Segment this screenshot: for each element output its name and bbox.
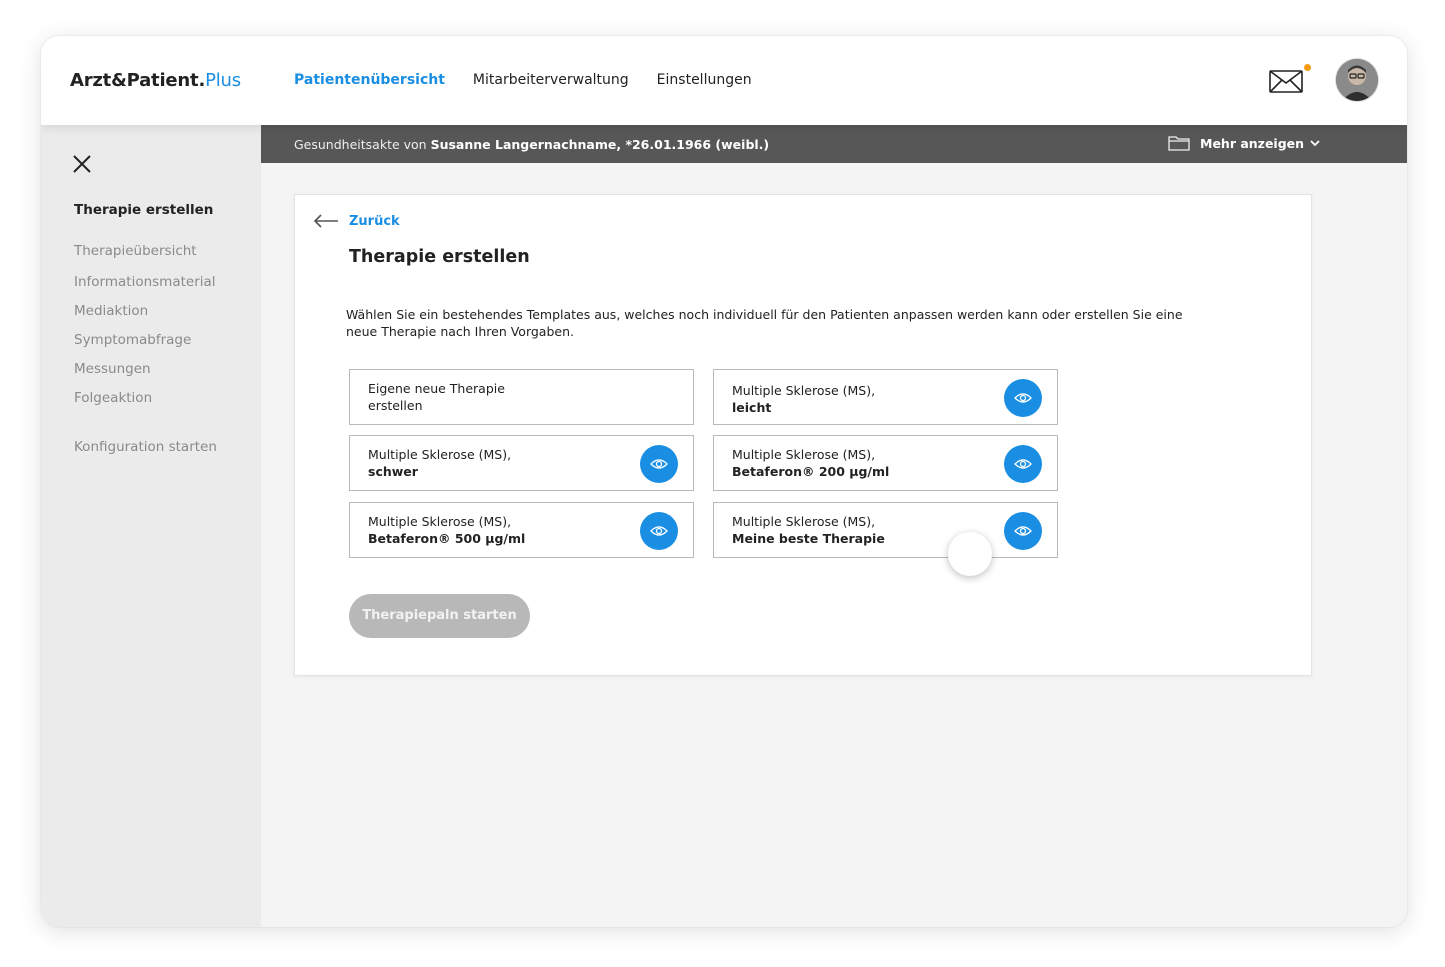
- sidebar-item-symptomabfrage[interactable]: Symptomabfrage: [74, 331, 217, 360]
- nav-einstellungen[interactable]: Einstellungen: [657, 72, 752, 88]
- back-button[interactable]: Zurück: [313, 213, 400, 229]
- preview-eye-button[interactable]: [640, 445, 678, 483]
- nav-patientenuebersicht[interactable]: Patientenübersicht: [294, 72, 445, 88]
- close-icon[interactable]: [71, 153, 93, 175]
- app-logo[interactable]: Arzt&Patient.Plus: [70, 70, 241, 91]
- arrow-left-icon: [313, 214, 338, 228]
- mail-icon[interactable]: [1269, 64, 1311, 96]
- option-ms-betaferon-500[interactable]: Multiple Sklerose (MS), Betaferon® 500 µg…: [349, 502, 694, 558]
- show-more-button[interactable]: Mehr anzeigen: [1168, 135, 1320, 151]
- description-text: Wählen Sie ein bestehendes Templates aus…: [346, 307, 1183, 339]
- eye-icon: [1014, 459, 1032, 469]
- sidebar-list: Therapieübersicht Informationsmaterial M…: [74, 242, 217, 467]
- option-ms-betaferon-200[interactable]: Multiple Sklerose (MS), Betaferon® 200 µg…: [713, 435, 1058, 491]
- start-therapy-button[interactable]: Therapiepaln starten: [349, 594, 530, 638]
- preview-eye-button[interactable]: [1004, 445, 1042, 483]
- patient-name: Susanne Langernachname, *26.01.1966 (wei…: [430, 137, 770, 152]
- patient-bar: Gesundheitsakte von Susanne Langernachna…: [261, 125, 1407, 163]
- eye-icon: [1014, 526, 1032, 536]
- folder-icon: [1168, 136, 1190, 151]
- sidebar-item-folgeaktion[interactable]: Folgeaktion: [74, 389, 217, 418]
- patient-record-label: Gesundheitsakte von Susanne Langernachna…: [294, 137, 770, 152]
- sidebar-item-therapieuebersicht[interactable]: Therapieübersicht: [74, 242, 217, 273]
- page-title: Therapie erstellen: [349, 247, 530, 267]
- therapy-card: Zurück Therapie erstellen Wählen Sie ein…: [294, 194, 1312, 676]
- main-nav: Patientenübersicht Mitarbeiterverwaltung…: [294, 72, 780, 88]
- option-ms-leicht[interactable]: Multiple Sklerose (MS), leicht: [713, 369, 1058, 425]
- app-window: Arzt&Patient.Plus Patientenübersicht Mit…: [41, 36, 1407, 927]
- avatar[interactable]: [1336, 59, 1378, 101]
- sidebar: Therapie erstellen Therapieübersicht Inf…: [41, 125, 261, 927]
- sidebar-item-konfiguration-starten[interactable]: Konfiguration starten: [74, 438, 217, 467]
- eye-icon: [650, 526, 668, 536]
- eye-icon: [650, 459, 668, 469]
- top-bar: Arzt&Patient.Plus Patientenübersicht Mit…: [41, 36, 1407, 125]
- preview-eye-button[interactable]: [1004, 512, 1042, 550]
- eye-icon: [1014, 393, 1032, 403]
- notification-dot: [1304, 64, 1311, 71]
- option-ms-meine-beste-therapie[interactable]: Multiple Sklerose (MS), Meine beste Thera…: [713, 502, 1058, 558]
- preview-eye-button[interactable]: [640, 512, 678, 550]
- option-ms-schwer[interactable]: Multiple Sklerose (MS), schwer: [349, 435, 694, 491]
- nav-mitarbeiterverwaltung[interactable]: Mitarbeiterverwaltung: [473, 72, 629, 88]
- option-own-therapy[interactable]: Eigene neue Therapie erstellen: [349, 369, 694, 425]
- sidebar-item-messungen[interactable]: Messungen: [74, 360, 217, 389]
- sidebar-item-mediaktion[interactable]: Mediaktion: [74, 302, 217, 331]
- sidebar-item-informationsmaterial[interactable]: Informationsmaterial: [74, 273, 217, 302]
- sidebar-title: Therapie erstellen: [74, 202, 214, 218]
- touch-cursor-indicator: [948, 532, 992, 576]
- preview-eye-button[interactable]: [1004, 379, 1042, 417]
- chevron-down-icon: [1310, 140, 1320, 147]
